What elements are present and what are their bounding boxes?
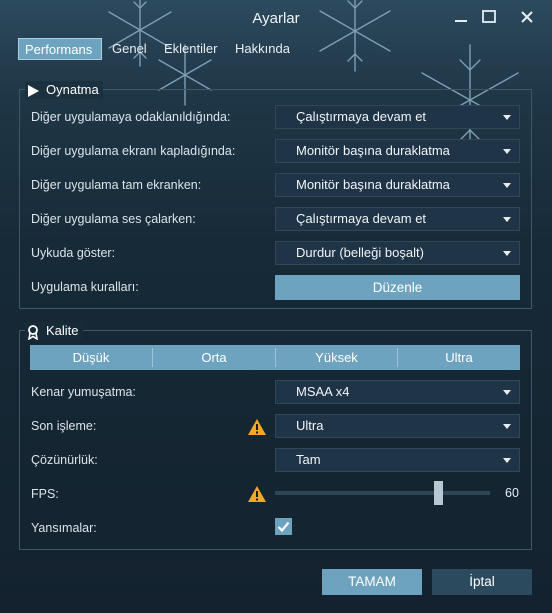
tab-performans[interactable]: Performans [18, 38, 102, 60]
quality-preset-bar: Düşük Orta Yüksek Ultra [30, 345, 520, 370]
tab-genel[interactable]: Genel [106, 38, 153, 60]
fps-value: 60 [505, 486, 519, 500]
tab-eklentiler[interactable]: Eklentiler [158, 38, 223, 60]
audio-dropdown[interactable]: Çalıştırmaya devam et [275, 207, 520, 231]
maximize-icon [482, 10, 496, 23]
chevron-down-icon [503, 390, 511, 395]
preset-low-button[interactable]: Düşük [30, 345, 152, 370]
sleep-dropdown[interactable]: Durdur (belleği boşalt) [275, 241, 520, 265]
cover-label: Diğer uygulama ekranı kapladığında: [31, 144, 236, 158]
close-icon [521, 11, 533, 23]
tab-hakkinda[interactable]: Hakkında [229, 38, 296, 60]
app-rules-label: Uygulama kuralları: [31, 280, 139, 294]
postprocess-dropdown-value: Ultra [296, 418, 324, 433]
cover-dropdown-value: Monitör başına duraklatma [296, 143, 450, 158]
postprocess-label: Son işleme: [31, 419, 97, 433]
ok-button[interactable]: TAMAM [322, 569, 422, 595]
fps-slider-track[interactable] [275, 491, 490, 495]
resolution-label: Çözünürlük: [31, 453, 98, 467]
preset-high-button[interactable]: Yüksek [276, 345, 397, 370]
award-icon [28, 324, 38, 340]
playback-title-text: Oynatma [46, 82, 99, 97]
chevron-down-icon [503, 149, 511, 154]
fps-slider-handle[interactable] [434, 481, 444, 505]
chevron-down-icon [503, 183, 511, 188]
antialias-label: Kenar yumuşatma: [31, 385, 136, 399]
warning-icon [248, 486, 266, 502]
focus-label: Diğer uygulamaya odaklanıldığında: [31, 110, 231, 124]
fullscreen-label: Diğer uygulama tam ekranken: [31, 178, 202, 192]
chevron-down-icon [503, 251, 511, 256]
preset-ultra-button[interactable]: Ultra [398, 345, 520, 370]
quality-title-text: Kalite [46, 323, 79, 338]
chevron-down-icon [503, 115, 511, 120]
audio-label: Diğer uygulama ses çalarken: [31, 212, 196, 226]
minimize-button[interactable] [450, 6, 472, 28]
audio-dropdown-value: Çalıştırmaya devam et [296, 211, 427, 226]
maximize-button[interactable] [478, 6, 500, 28]
antialias-dropdown[interactable]: MSAA x4 [275, 380, 520, 404]
checkmark-icon [277, 521, 290, 533]
minimize-icon [455, 20, 467, 22]
resolution-dropdown[interactable]: Tam [275, 448, 520, 472]
title-bar: Ayarlar [0, 0, 552, 36]
play-icon [28, 84, 39, 97]
focus-dropdown-value: Çalıştırmaya devam et [296, 109, 427, 124]
resolution-dropdown-value: Tam [296, 452, 321, 467]
close-button[interactable] [516, 6, 538, 28]
sleep-label: Uykuda göster: [31, 246, 116, 260]
fullscreen-dropdown-value: Monitör başına duraklatma [296, 177, 450, 192]
reflections-checkbox[interactable] [275, 518, 292, 535]
chevron-down-icon [503, 458, 511, 463]
chevron-down-icon [503, 217, 511, 222]
chevron-down-icon [503, 424, 511, 429]
sleep-dropdown-value: Durdur (belleği boşalt) [296, 245, 424, 260]
edit-rules-button[interactable]: Düzenle [275, 275, 520, 300]
cancel-button[interactable]: İptal [432, 569, 532, 595]
quality-section-title: Kalite [25, 322, 83, 340]
fps-label: FPS: [31, 487, 59, 501]
preset-medium-button[interactable]: Orta [153, 345, 275, 370]
warning-icon [248, 419, 266, 435]
reflections-label: Yansımalar: [31, 521, 97, 535]
fullscreen-dropdown[interactable]: Monitör başına duraklatma [275, 173, 520, 197]
antialias-dropdown-value: MSAA x4 [296, 384, 350, 399]
postprocess-dropdown[interactable]: Ultra [275, 414, 520, 438]
playback-section-title: Oynatma [25, 81, 103, 99]
cover-dropdown[interactable]: Monitör başına duraklatma [275, 139, 520, 163]
focus-dropdown[interactable]: Çalıştırmaya devam et [275, 105, 520, 129]
